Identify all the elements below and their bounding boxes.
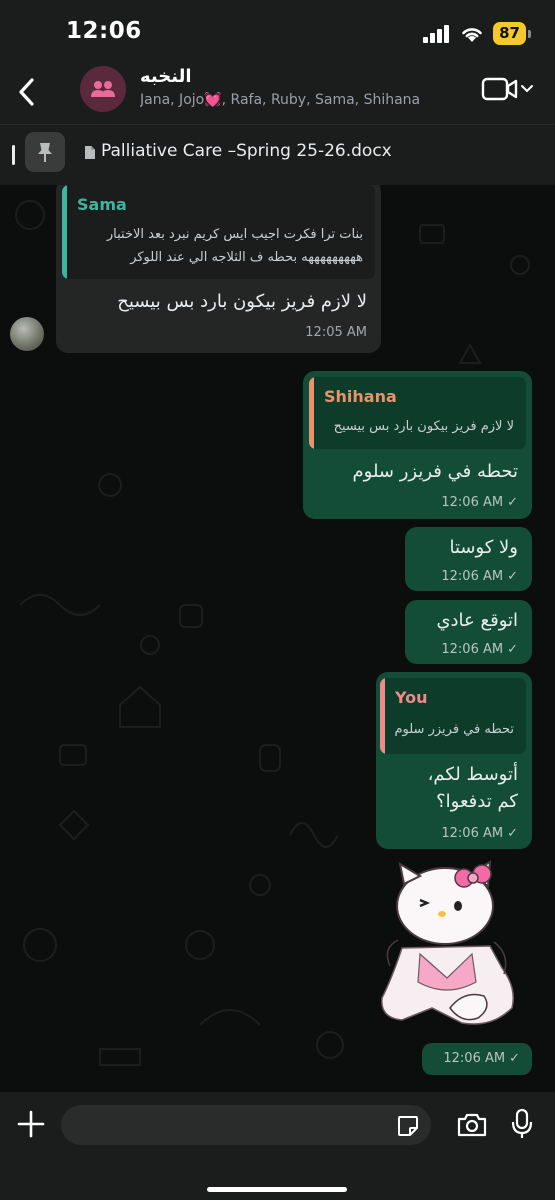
message-text: لا لازم فريز بيكون بارد بس بيسيح — [117, 291, 367, 312]
sent-check-icon: ✓ — [507, 826, 518, 841]
sticker-icon[interactable] — [396, 1114, 420, 1138]
quote-accent-bar — [62, 185, 67, 279]
message-text: تحطه في فريزر سلوم — [352, 461, 518, 482]
message-text: اتوقع عادي — [436, 610, 518, 631]
camera-icon[interactable] — [456, 1112, 488, 1138]
pinned-file-name: Palliative Care –Spring 25-26.docx — [101, 141, 392, 161]
sent-check-icon: ✓ — [507, 569, 518, 584]
message-time: 12:06 AM ✓ — [441, 642, 518, 657]
message-text: كم تدفعوا؟ — [436, 791, 518, 812]
quote-sender-name: Shihana — [324, 387, 397, 406]
hello-kitty-sticker[interactable] — [372, 858, 522, 1038]
quote-sender-name: You — [395, 688, 428, 707]
quote-text: بنات ترا فكرت اجيب ايس كريم نبرد بعد الا… — [106, 227, 363, 242]
message-time-label: 12:06 AM — [441, 826, 504, 841]
group-members[interactable]: Jana, Jojo💓, Rafa, Ruby, Sama, Shihana — [140, 92, 440, 108]
quoted-message[interactable]: Shihana لا لازم فريز بيكون بارد بس بيسيح — [309, 377, 526, 449]
message-text: أتوسط لكم، — [427, 764, 518, 785]
message-bubble-incoming[interactable]: Sama بنات ترا فكرت اجيب ايس كريم نبرد بع… — [56, 185, 381, 353]
message-bubble-outgoing[interactable]: اتوقع عادي 12:06 AM ✓ — [405, 600, 532, 664]
status-bar: 12:06 87 — [0, 0, 555, 62]
chevron-left-icon[interactable] — [14, 74, 42, 110]
quote-sender-name: Sama — [77, 195, 127, 214]
group-avatar[interactable] — [80, 66, 126, 112]
message-time-label: 12:06 AM — [443, 1051, 506, 1066]
input-bar — [0, 1092, 555, 1200]
sender-avatar[interactable] — [10, 317, 44, 351]
sent-check-icon: ✓ — [507, 495, 518, 510]
microphone-icon[interactable] — [511, 1108, 533, 1140]
message-time: 12:06 AM ✓ — [441, 569, 518, 584]
message-time: 12:06 AM ✓ — [441, 495, 518, 510]
home-indicator[interactable] — [207, 1187, 347, 1192]
message-bubble-outgoing[interactable]: ولا كوستا 12:06 AM ✓ — [405, 527, 532, 591]
plus-icon[interactable] — [16, 1109, 46, 1139]
quote-text: لا لازم فريز بيكون بارد بس بيسيح — [333, 419, 514, 434]
signal-icon — [423, 24, 450, 43]
message-bubble-outgoing[interactable]: Shihana لا لازم فريز بيكون بارد بس بيسيح… — [303, 371, 532, 519]
status-time: 12:06 — [66, 18, 142, 44]
sent-check-icon: ✓ — [507, 642, 518, 657]
message-time: 12:06 AM ✓ — [441, 826, 518, 841]
pin-icon — [38, 143, 52, 162]
pinned-message-bar[interactable]: Palliative Care –Spring 25-26.docx — [0, 124, 555, 185]
sticker-time-chip: 12:06 AM ✓ — [422, 1043, 532, 1075]
sent-check-icon: ✓ — [509, 1051, 520, 1066]
quote-text: تحطه في فريزر سلوم — [394, 722, 514, 737]
battery-tip — [528, 29, 531, 38]
quote-accent-bar — [309, 377, 314, 449]
quote-text: هههههههههه بحطه ف الثلاجه الي عند اللوكر — [130, 250, 363, 265]
group-name[interactable]: النخبه — [140, 66, 192, 87]
wifi-icon — [462, 27, 482, 42]
pin-indicator — [12, 145, 15, 165]
chevron-down-icon[interactable] — [521, 84, 533, 94]
quoted-message[interactable]: Sama بنات ترا فكرت اجيب ايس كريم نبرد بع… — [62, 185, 375, 279]
message-bubble-outgoing[interactable]: You تحطه في فريزر سلوم أتوسط لكم، كم تدف… — [376, 672, 532, 849]
chat-header: النخبه Jana, Jojo💓, Rafa, Ruby, Sama, Sh… — [0, 62, 555, 124]
group-icon — [91, 81, 115, 97]
message-time-label: 12:06 AM — [441, 495, 504, 510]
chat-area[interactable]: Sama بنات ترا فكرت اجيب ايس كريم نبرد بع… — [0, 185, 555, 1092]
message-time-label: 12:06 AM — [441, 642, 504, 657]
video-camera-icon[interactable] — [481, 76, 519, 102]
status-icons: 87 — [423, 22, 531, 45]
message-time-label: 12:06 AM — [441, 569, 504, 584]
message-input[interactable] — [61, 1105, 431, 1145]
message-time: 12:06 AM ✓ — [443, 1051, 520, 1066]
quote-accent-bar — [380, 678, 385, 754]
pin-button[interactable] — [25, 132, 65, 172]
message-text: ولا كوستا — [449, 537, 518, 558]
message-time: 12:05 AM — [305, 325, 367, 340]
document-icon — [85, 146, 95, 159]
quoted-message[interactable]: You تحطه في فريزر سلوم — [380, 678, 526, 754]
battery-level: 87 — [493, 22, 526, 45]
